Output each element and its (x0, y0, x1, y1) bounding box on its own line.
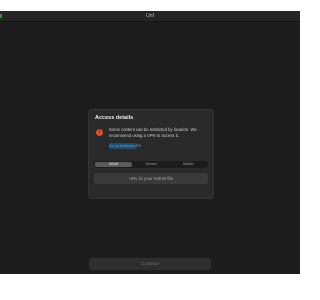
setup-vpn-button[interactable]: Set up Surfshark VPN (109, 143, 141, 149)
warning-icon: ! (96, 129, 103, 136)
tab-m3u8[interactable]: M3U8 (95, 162, 133, 167)
title-bar: Unf (0, 11, 300, 22)
access-details-dialog: Access details ! Some content can be res… (88, 109, 214, 199)
continue-button[interactable]: Continue (89, 258, 211, 270)
dialog-title: Access details (95, 115, 134, 121)
tab-stalker[interactable]: Stalker (170, 162, 207, 167)
app-window: Unf Access details ! Some content can be… (0, 11, 300, 274)
tab-xtream[interactable]: Xtream (132, 162, 169, 167)
window-title: Unf (146, 13, 154, 19)
vpn-warning-text: Some content can be restricted by locati… (109, 127, 197, 138)
source-type-tabs: M3U8 Xtream Stalker (94, 161, 208, 168)
m3u8-url-input[interactable] (94, 173, 208, 184)
